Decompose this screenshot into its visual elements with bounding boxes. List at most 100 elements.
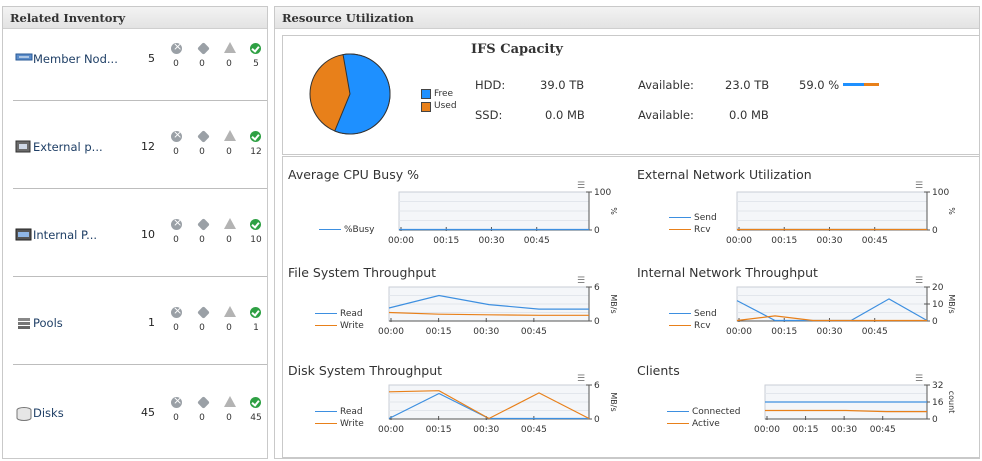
legend-text: Send bbox=[694, 213, 717, 223]
y-tick-label: 0 bbox=[932, 317, 938, 327]
critical-icon bbox=[171, 394, 182, 408]
line-chart[interactable]: 00:00 00:15 00:30 00:45 100 0% ☰ bbox=[388, 181, 629, 252]
x-tick-label: 00:30 bbox=[831, 425, 857, 435]
line-chart[interactable]: 00:00 00:15 00:30 00:45 6 0 MB/s ☰ bbox=[378, 374, 629, 441]
warning-icon bbox=[224, 396, 236, 407]
graph-title: Internal Network Throughput bbox=[637, 265, 818, 280]
legend-line bbox=[315, 411, 337, 412]
x-tick-label: 00:00 bbox=[726, 327, 752, 337]
major-count: 0 bbox=[199, 59, 205, 69]
legend-line bbox=[669, 313, 691, 314]
inventory-item-count: 45 bbox=[141, 406, 155, 419]
legend-used-swatch bbox=[421, 102, 431, 112]
legend-line bbox=[667, 411, 689, 412]
chart-menu-icon[interactable]: ☰ bbox=[577, 374, 585, 384]
inventory-row[interactable]: Internal P... 10 0 0 0 10 bbox=[13, 213, 267, 253]
graph-legend-item: Read bbox=[315, 309, 363, 319]
inventory-item-label[interactable]: Pools bbox=[33, 316, 63, 330]
graph-legend-item: Write bbox=[315, 419, 364, 429]
row-divider bbox=[13, 188, 267, 189]
warning-icon bbox=[224, 306, 236, 317]
x-tick-label: 00:00 bbox=[726, 236, 752, 246]
legend-line bbox=[319, 229, 341, 230]
legend-line bbox=[315, 325, 337, 326]
chart-menu-icon[interactable]: ☰ bbox=[577, 276, 585, 286]
x-tick-label: 00:15 bbox=[426, 327, 452, 337]
x-tick-label: 00:15 bbox=[426, 425, 452, 435]
major-count: 0 bbox=[199, 235, 205, 245]
critical-icon bbox=[171, 40, 182, 54]
storage-node-icon bbox=[15, 52, 33, 64]
inventory-item-label[interactable]: Disks bbox=[33, 406, 64, 420]
y-tick-label: 0 bbox=[594, 317, 600, 327]
legend-text: Send bbox=[694, 309, 717, 319]
chart-menu-icon[interactable]: ☰ bbox=[915, 374, 923, 384]
network-port-icon bbox=[15, 140, 31, 153]
x-tick-label: 00:15 bbox=[433, 236, 459, 246]
legend-line bbox=[315, 313, 337, 314]
resource-utilization-panel: Resource Utilization Free Used IFS Capac… bbox=[274, 6, 980, 459]
line-chart[interactable]: 00:00 00:15 00:30 00:45 6 0 MB/s ☰ bbox=[378, 276, 629, 343]
line-chart[interactable]: 00:00 00:15 00:30 00:45 100 0% ☰ bbox=[726, 181, 967, 252]
y-tick-label: 16 bbox=[932, 398, 944, 408]
normal-icon bbox=[250, 397, 261, 408]
legend-text: Write bbox=[340, 419, 364, 429]
x-tick-label: 00:00 bbox=[378, 327, 404, 337]
inventory-item-label[interactable]: Member Nod... bbox=[33, 52, 118, 66]
legend-free-swatch bbox=[421, 89, 431, 99]
x-tick-label: 00:45 bbox=[521, 327, 547, 337]
y-tick-label: 100 bbox=[932, 188, 949, 198]
row-divider bbox=[13, 364, 267, 365]
legend-text: Write bbox=[340, 321, 364, 331]
line-chart[interactable]: 00:00 00:15 00:30 00:45 32 16 0 count ☰ bbox=[754, 374, 967, 441]
warning-count: 0 bbox=[226, 323, 232, 333]
normal-icon bbox=[250, 307, 261, 318]
legend-line bbox=[669, 229, 691, 230]
graph-title: Clients bbox=[637, 363, 680, 378]
hdd-available-label: Available: bbox=[638, 78, 694, 92]
y-tick-label: 0 bbox=[932, 415, 938, 425]
chart-menu-icon[interactable]: ☰ bbox=[915, 276, 923, 286]
ifs-capacity-title: IFS Capacity bbox=[471, 42, 563, 57]
graph-legend-item: %Busy bbox=[319, 225, 374, 235]
inventory-item-label[interactable]: External p... bbox=[33, 140, 103, 154]
inventory-row[interactable]: External p... 12 0 0 0 12 bbox=[13, 125, 267, 165]
x-tick-label: 00:30 bbox=[473, 425, 499, 435]
graph-legend-item: Connected bbox=[667, 407, 740, 417]
graph-legend-item: Rcv bbox=[669, 321, 711, 331]
capacity-bar bbox=[843, 83, 879, 86]
legend-text: %Busy bbox=[344, 225, 375, 235]
hdd-label: HDD: bbox=[475, 78, 506, 92]
x-tick-label: 00:45 bbox=[862, 327, 888, 337]
inventory-row[interactable]: Member Nod... 5 0 0 0 5 bbox=[13, 37, 267, 77]
warning-icon bbox=[224, 42, 236, 53]
warning-count: 0 bbox=[226, 413, 232, 423]
normal-count: 45 bbox=[250, 413, 262, 423]
inventory-item-count: 10 bbox=[141, 228, 155, 241]
legend-line bbox=[667, 423, 689, 424]
normal-icon bbox=[250, 131, 261, 142]
ifs-capacity-pie[interactable] bbox=[307, 51, 393, 137]
chart-menu-icon[interactable]: ☰ bbox=[577, 181, 585, 191]
x-tick-label: 00:45 bbox=[524, 236, 550, 246]
capacity-bar-free bbox=[843, 83, 865, 86]
inventory-item-label[interactable]: Internal P... bbox=[33, 228, 97, 242]
chart-menu-icon[interactable]: ☰ bbox=[915, 181, 923, 191]
row-divider bbox=[13, 276, 267, 277]
x-tick-label: 00:00 bbox=[754, 425, 780, 435]
inventory-item-count: 1 bbox=[148, 316, 155, 329]
x-tick-label: 00:00 bbox=[388, 236, 414, 246]
ssd-value: 0.0 MB bbox=[545, 108, 585, 122]
normal-icon bbox=[250, 43, 261, 54]
major-count: 0 bbox=[199, 323, 205, 333]
utilization-graphs: Average CPU Busy % %Busy 00:00 00:15 00:30 00… bbox=[282, 156, 980, 458]
y-tick-label: 20 bbox=[932, 283, 944, 293]
inventory-row[interactable]: Pools 1 0 0 0 1 bbox=[13, 301, 267, 341]
critical-icon bbox=[171, 216, 182, 230]
resource-utilization-header: Resource Utilization bbox=[275, 7, 979, 29]
inventory-row[interactable]: Disks 45 0 0 0 45 bbox=[13, 391, 267, 431]
y-axis-unit-label: MB/s bbox=[609, 392, 618, 411]
y-tick-label: 6 bbox=[594, 381, 600, 391]
line-chart[interactable]: 00:00 00:15 00:30 00:45 20 10 0 MB/s ☰ bbox=[726, 276, 967, 343]
x-tick-label: 00:30 bbox=[817, 236, 843, 246]
